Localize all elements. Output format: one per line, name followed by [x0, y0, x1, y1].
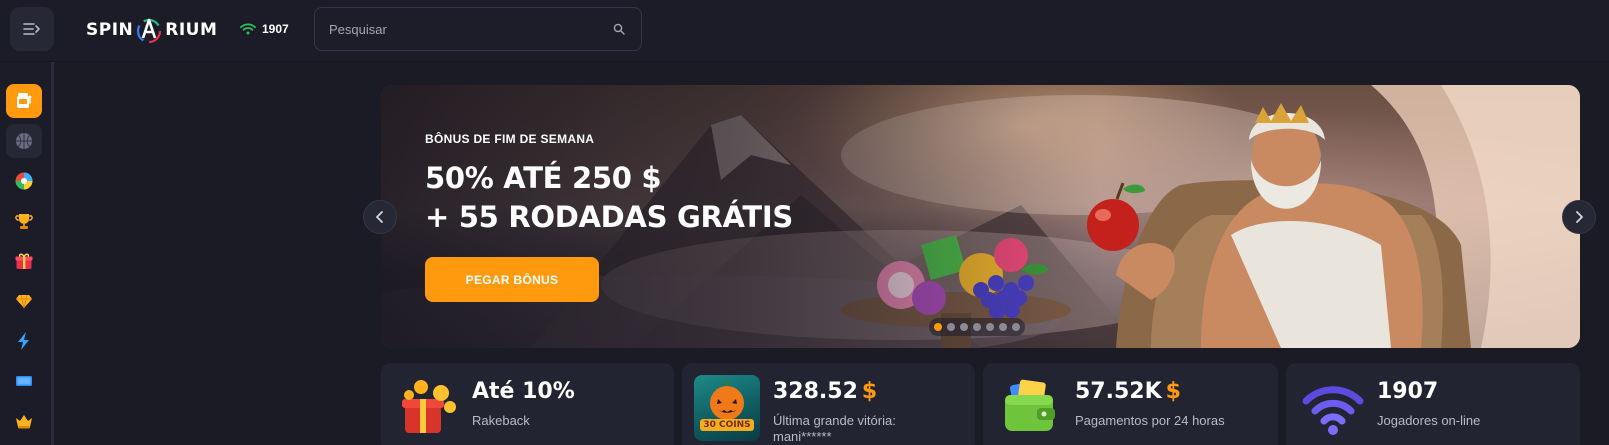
carousel-dots: [929, 318, 1025, 336]
carousel-dot[interactable]: [973, 323, 981, 331]
banner-headline-2: + 55 RODADAS GRÁTIS: [425, 200, 793, 234]
lightning-icon: [18, 332, 29, 350]
stat-value-number: 57.52K: [1075, 379, 1162, 404]
carousel-dot[interactable]: [934, 323, 942, 331]
slot-machine-icon: [17, 93, 32, 108]
pumpkin-game-art: [700, 381, 754, 431]
carousel-dot[interactable]: [960, 323, 968, 331]
stat-label: Jogadores on-line: [1377, 413, 1481, 428]
wifi-icon: [1302, 386, 1364, 435]
sidebar-item-slots[interactable]: [6, 84, 42, 118]
stat-value-number: Até 10%: [472, 379, 575, 404]
sidebar-item-fast-games[interactable]: [6, 324, 42, 358]
menu-toggle-button[interactable]: [10, 7, 54, 51]
carousel-next-button[interactable]: [1562, 200, 1596, 234]
crown-icon: [16, 415, 32, 429]
wallet-icon: [1005, 379, 1055, 431]
currency-symbol: $: [1165, 379, 1181, 404]
search-icon[interactable]: [613, 23, 625, 35]
roulette-icon: [15, 172, 33, 190]
game-thumbnail[interactable]: 30 COINS: [694, 375, 760, 441]
winner-name: mani******: [773, 429, 832, 444]
search-input[interactable]: [329, 8, 599, 50]
logo-text-right: RIUM: [165, 20, 218, 40]
carousel-dot[interactable]: [947, 323, 955, 331]
gift-coins-icon: [402, 380, 456, 433]
carousel-dot[interactable]: [1012, 323, 1020, 331]
gift-icon: [15, 253, 33, 269]
game-thumbnail-title: 30 COINS: [703, 420, 751, 430]
logo-text-left: SPIN: [86, 20, 134, 40]
trophy-icon: [15, 214, 33, 229]
stat-value: 328.52 $: [773, 379, 877, 404]
stat-value: 57.52K $: [1075, 379, 1181, 404]
logo-mark-icon: [137, 18, 162, 44]
menu-arrow-icon: [23, 23, 40, 35]
carousel-prev-button[interactable]: [363, 200, 397, 234]
online-count: 1907: [262, 22, 289, 36]
chevron-right-icon: [1576, 211, 1583, 223]
sidebar-item-sports[interactable]: [6, 124, 42, 158]
banner-headline-1: 50% ATÉ 250 $: [425, 161, 662, 195]
sidebar: [0, 62, 54, 445]
gem-icon: [16, 294, 32, 309]
search-box[interactable]: [314, 7, 642, 51]
carousel-dot[interactable]: [986, 323, 994, 331]
stat-card-online-players[interactable]: 1907 Jogadores on-line: [1286, 363, 1580, 445]
chevron-left-icon: [376, 211, 383, 223]
promo-banner: BÔNUS DE FIM DE SEMANA 50% ATÉ 250 $ + 5…: [381, 85, 1580, 348]
banner-eyebrow: BÔNUS DE FIM DE SEMANA: [425, 132, 595, 146]
stat-value-number: 328.52: [773, 379, 858, 404]
site-logo[interactable]: SPIN RIUM: [86, 15, 217, 45]
online-counter: 1907: [240, 19, 289, 39]
screen-icon: [16, 376, 32, 386]
sidebar-item-vip[interactable]: [6, 284, 42, 318]
stat-label: Pagamentos por 24 horas: [1075, 413, 1225, 428]
stat-value: 1907: [1377, 379, 1438, 404]
stat-label: Última grande vitória: mani******: [773, 413, 896, 445]
stat-card-big-win[interactable]: 30 COINS 328.52 $ Última grande vitória: …: [682, 363, 975, 445]
sidebar-item-bonuses[interactable]: [6, 244, 42, 278]
sidebar-item-tournaments[interactable]: [6, 204, 42, 238]
stat-label-line1: Última grande vitória:: [773, 413, 896, 428]
stat-label: Rakeback: [472, 413, 530, 428]
carousel-dot[interactable]: [999, 323, 1007, 331]
top-bar: SPIN RIUM 1907: [0, 0, 1609, 62]
sidebar-item-loyalty[interactable]: [6, 404, 42, 438]
stat-card-payouts[interactable]: 57.52K $ Pagamentos por 24 horas: [983, 363, 1278, 445]
basketball-icon: [16, 133, 32, 149]
wifi-icon: [240, 23, 256, 35]
stat-card-rakeback[interactable]: Até 10% Rakeback: [381, 363, 674, 445]
sidebar-item-tv[interactable]: [6, 364, 42, 398]
stat-value-number: 1907: [1377, 379, 1439, 404]
stat-value: Até 10%: [472, 379, 575, 404]
claim-bonus-button[interactable]: PEGAR BÔNUS: [425, 257, 599, 302]
sidebar-item-live[interactable]: [6, 164, 42, 198]
currency-symbol: $: [861, 379, 878, 404]
